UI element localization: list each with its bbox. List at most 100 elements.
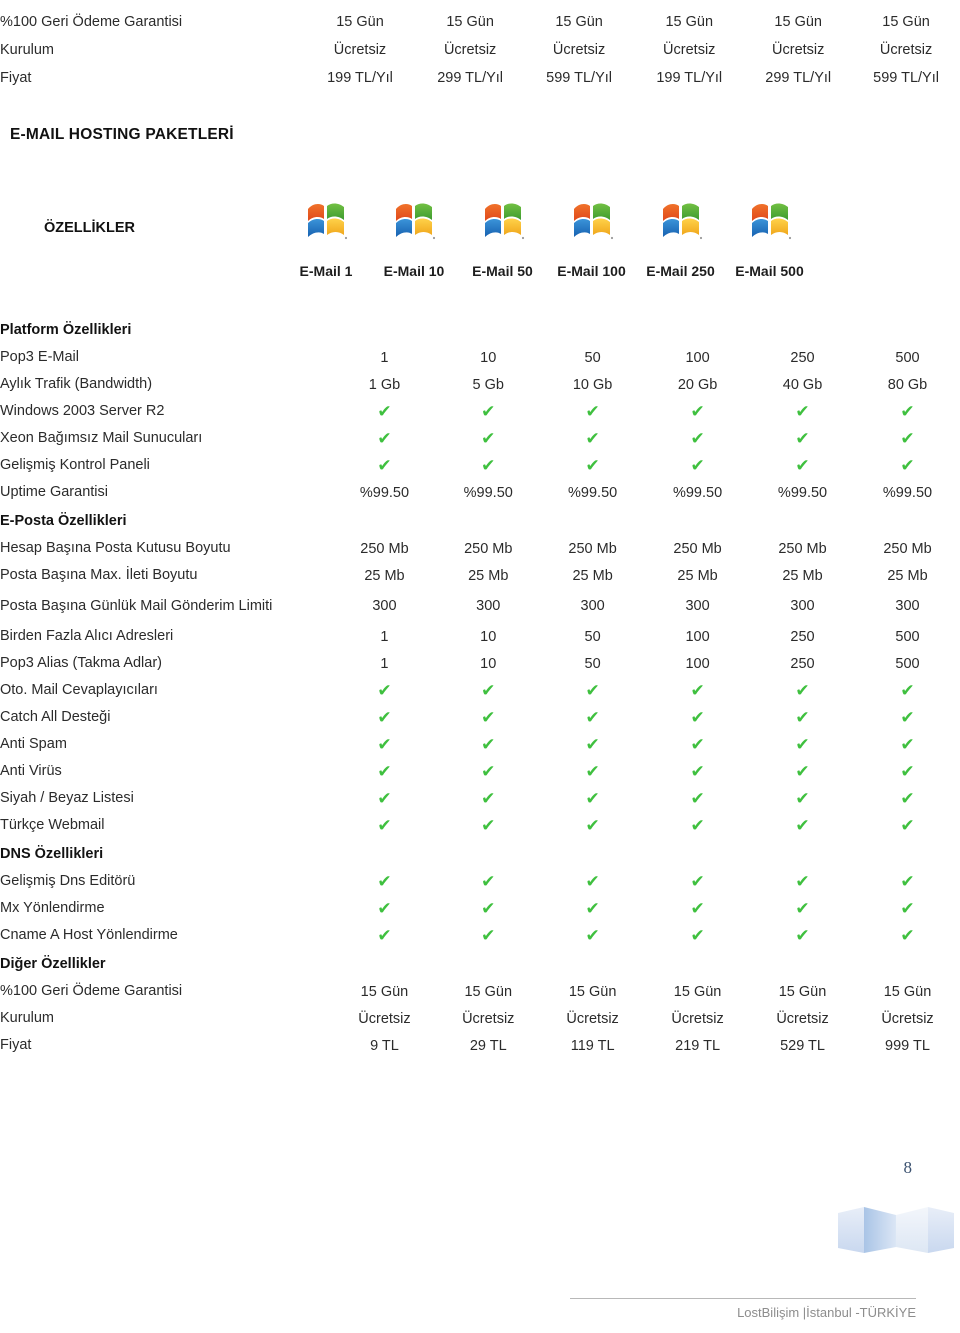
check-mark-icon: ✔: [855, 704, 960, 731]
section-title: DNS Özellikleri: [0, 845, 104, 862]
row-value: 299 TL/Yıl: [765, 70, 832, 86]
check-mark-icon: ✔: [585, 680, 600, 700]
row-label: Kurulum: [0, 41, 54, 58]
row-value: 100: [685, 349, 710, 366]
row-label: Fiyat: [0, 1037, 32, 1054]
row-value: 250 Mb: [464, 540, 513, 557]
check-mark-icon: ✔: [855, 895, 960, 922]
package-name: E-Mail 50: [472, 263, 533, 279]
check-mark-icon: ✔: [855, 785, 960, 812]
check-mark-icon: ✔: [645, 812, 750, 839]
row-value: 15 Gün: [336, 14, 384, 30]
row-value: 300: [580, 598, 605, 614]
section-header-row: Diğer Özellikler: [0, 949, 960, 978]
row-value: 599 TL/Yıl: [546, 70, 613, 86]
check-mark-icon: ✔: [481, 734, 496, 754]
check-mark-icon: ✔: [795, 871, 810, 891]
row-label: Xeon Bağımsız Mail Sunucuları: [0, 430, 203, 447]
row-value: 15 Gün: [555, 14, 603, 30]
check-mark-icon: ✔: [585, 428, 600, 448]
check-mark-icon: ✔: [585, 815, 600, 835]
row-value: 300: [685, 598, 710, 614]
row-label: Posta Başına Max. İleti Boyutu: [0, 567, 198, 584]
row-value: 500: [895, 628, 920, 645]
check-mark-icon: ✔: [750, 812, 855, 839]
section-header-row: DNS Özellikleri: [0, 839, 960, 868]
footer-divider: [570, 1298, 916, 1299]
check-mark-icon: ✔: [436, 425, 540, 452]
check-mark-icon: ✔: [645, 785, 750, 812]
row-value: 15 Gün: [665, 14, 714, 30]
check-mark-icon: ✔: [900, 925, 915, 945]
row-value: 599 TL/Yıl: [873, 70, 939, 86]
table-row: Cname A Host Yönlendirme ✔ ✔ ✔ ✔ ✔ ✔: [0, 922, 960, 949]
check-mark-icon: ✔: [855, 731, 960, 758]
table-row: Catch All Desteği ✔ ✔ ✔ ✔ ✔ ✔: [0, 704, 960, 731]
check-mark-icon: ✔: [333, 895, 437, 922]
check-mark-icon: ✔: [585, 455, 600, 475]
check-mark-icon: ✔: [795, 734, 810, 754]
row-value: Ücretsiz: [776, 1010, 829, 1027]
check-mark-icon: ✔: [855, 758, 960, 785]
row-value: 100: [685, 628, 710, 645]
ribbon-decoration-icon: [838, 1203, 954, 1264]
package-column-header: E-Mail 50: [458, 200, 547, 281]
check-mark-icon: ✔: [750, 758, 855, 785]
package-column-header: E-Mail 10: [370, 200, 458, 281]
page-title: E-MAIL HOSTING PAKETLERİ: [10, 126, 234, 143]
check-mark-icon: ✔: [436, 452, 540, 479]
row-value: Ücretsiz: [552, 42, 606, 58]
row-label: Mx Yönlendirme: [0, 900, 105, 917]
check-mark-icon: ✔: [690, 455, 705, 475]
check-mark-icon: ✔: [795, 761, 810, 781]
row-label: Pop3 Alias (Takma Adlar): [0, 655, 162, 672]
check-mark-icon: ✔: [540, 398, 645, 425]
check-mark-icon: ✔: [855, 425, 960, 452]
check-mark-icon: ✔: [333, 398, 437, 425]
package-name: E-Mail 500: [735, 263, 804, 279]
check-mark-icon: ✔: [333, 758, 437, 785]
table-row: Kurulum Ücretsiz Ücretsiz Ücretsiz Ücretsiz Ü…: [0, 36, 960, 64]
row-value: 1 Gb: [368, 376, 401, 393]
row-value: 15 Gün: [778, 983, 827, 1000]
check-mark-icon: ✔: [900, 680, 915, 700]
check-mark-icon: ✔: [750, 677, 855, 704]
check-mark-icon: ✔: [750, 398, 855, 425]
table-row: Türkçe Webmail ✔ ✔ ✔ ✔ ✔ ✔: [0, 812, 960, 839]
check-mark-icon: ✔: [855, 812, 960, 839]
check-mark-icon: ✔: [333, 677, 437, 704]
row-label: Pop3 E-Mail: [0, 349, 79, 366]
check-mark-icon: ✔: [585, 925, 600, 945]
check-mark-icon: ✔: [585, 707, 600, 727]
row-label: Siyah / Beyaz Listesi: [0, 790, 134, 807]
row-label: Hesap Başına Posta Kutusu Boyutu: [0, 540, 231, 557]
row-value: 15 Gün: [774, 14, 822, 30]
row-value: 300: [476, 598, 501, 614]
row-value: 10: [480, 628, 497, 645]
check-mark-icon: ✔: [585, 898, 600, 918]
row-value: 15 Gün: [360, 983, 409, 1000]
check-mark-icon: ✔: [333, 731, 437, 758]
row-label: Kurulum: [0, 1010, 54, 1027]
row-value: 15 Gün: [882, 14, 930, 30]
check-mark-icon: ✔: [377, 871, 392, 891]
check-mark-icon: ✔: [795, 401, 810, 421]
package-name: E-Mail 1: [299, 263, 353, 279]
check-mark-icon: ✔: [645, 425, 750, 452]
row-label: Catch All Desteği: [0, 709, 111, 726]
row-value: 219 TL: [675, 1037, 721, 1054]
check-mark-icon: ✔: [795, 788, 810, 808]
row-value: 250 Mb: [673, 540, 722, 557]
table-row: Fiyat 9 TL 29 TL 119 TL 219 TL 529 TL 999 TL: [0, 1032, 960, 1059]
row-value: 300: [790, 598, 815, 614]
check-mark-icon: ✔: [645, 677, 750, 704]
check-mark-icon: ✔: [690, 871, 705, 891]
check-mark-icon: ✔: [333, 452, 437, 479]
row-value: Ücretsiz: [671, 1010, 724, 1027]
check-mark-icon: ✔: [900, 871, 915, 891]
row-value: Ücretsiz: [333, 42, 387, 58]
check-mark-icon: ✔: [585, 761, 600, 781]
row-value: 199 TL/Yıl: [656, 70, 723, 86]
row-value: 119 TL: [570, 1037, 615, 1054]
table-row: %100 Geri Ödeme Garantisi 15 Gün 15 Gün 15 …: [0, 8, 960, 36]
